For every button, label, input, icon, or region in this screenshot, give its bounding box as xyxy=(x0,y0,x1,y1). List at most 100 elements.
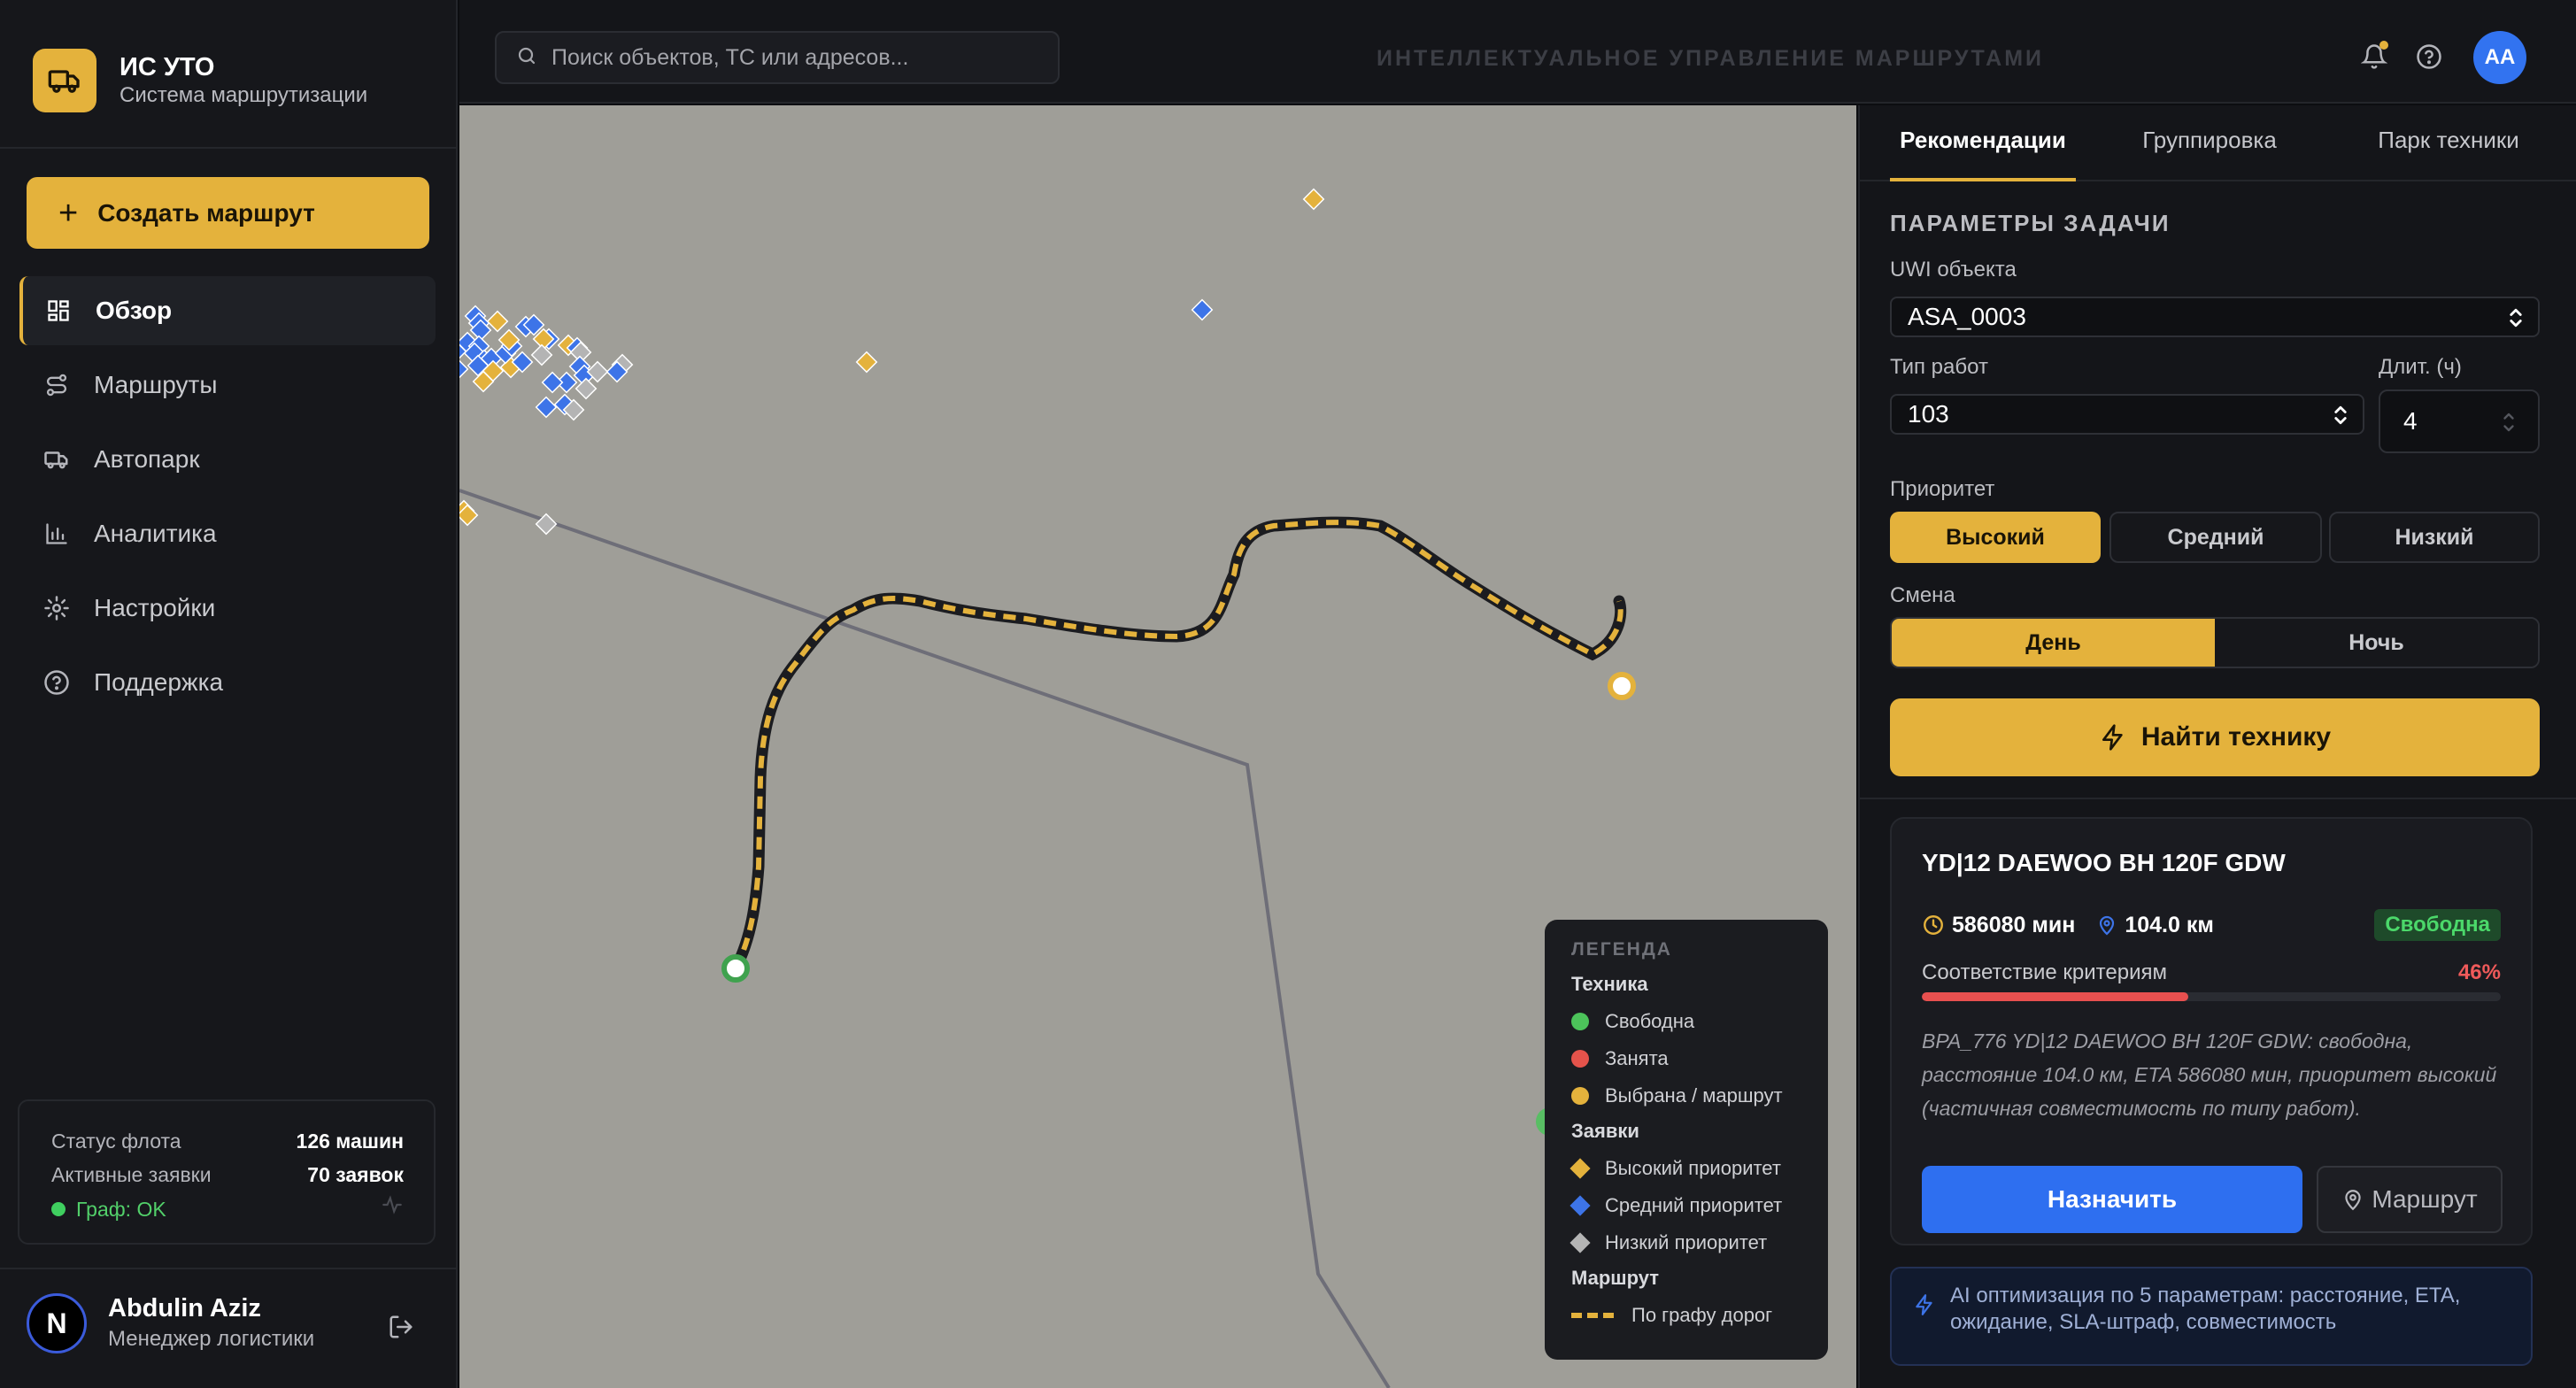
legend-route-swatch xyxy=(1571,1313,1614,1318)
page-title: ИНТЕЛЛЕКТУАЛЬНОЕ УПРАВЛЕНИЕ МАРШРУТАМИ xyxy=(1377,46,2045,71)
uwi-value: ASA_0003 xyxy=(1908,303,2026,330)
pin-icon xyxy=(2345,1190,2361,1211)
plus-icon: + xyxy=(58,194,79,232)
legend-title: ЛЕГЕНДА xyxy=(1571,939,1672,960)
activity-icon xyxy=(381,1191,404,1227)
sidebar-item-overview[interactable]: Обзор xyxy=(19,276,436,345)
legend-swatch xyxy=(1571,1050,1589,1068)
lightning-icon xyxy=(1916,1294,1932,1315)
sidebar-item-label: Маршруты xyxy=(94,371,218,398)
route-end-marker xyxy=(1608,672,1636,700)
ai-note-text: AI оптимизация по 5 параметрам: расстоян… xyxy=(1950,1284,2461,1334)
legend-label: Выбрана / маршрут xyxy=(1605,1084,1783,1107)
priority-high-button[interactable]: Высокий xyxy=(1890,512,2101,563)
route-button[interactable]: Маршрут xyxy=(2317,1166,2503,1233)
request-marker-high[interactable] xyxy=(486,310,509,333)
user-profile[interactable]: N Abdulin Aziz Менеджер логистики xyxy=(27,1292,314,1354)
vehicle-description: BPA_776 YD|12 DAEWOO BH 120F GDW: свобод… xyxy=(1922,1029,2497,1120)
user-role: Менеджер логистики xyxy=(108,1327,315,1351)
priority-low-button[interactable]: Низкий xyxy=(2329,512,2540,563)
vehicle-card[interactable]: YD|12 DAEWOO BH 120F GDW 586080 мин 104.… xyxy=(1890,817,2533,1245)
request-marker-low[interactable] xyxy=(575,377,598,400)
legend-item-selected: Выбрана / маршрут xyxy=(1571,1077,1801,1114)
fleet-status-card: Статус флота 126 машин Активные заявки 7… xyxy=(18,1099,436,1245)
find-vehicle-button[interactable]: Найти технику xyxy=(1890,698,2540,776)
legend-item-route: По графу дорог xyxy=(1571,1297,1801,1334)
stepper-icon[interactable] xyxy=(2501,409,2517,442)
shift-toggle: День Ночь xyxy=(1890,617,2540,668)
vehicle-eta: 586080 мин xyxy=(1952,912,2076,937)
uwi-select[interactable]: ASA_0003 xyxy=(1890,297,2540,337)
shift-label: Смена xyxy=(1890,583,1955,607)
create-route-button[interactable]: + Создать маршрут xyxy=(27,177,429,249)
search-box[interactable] xyxy=(495,31,1060,84)
ai-optimization-note: AI оптимизация по 5 параметрам: расстоян… xyxy=(1890,1267,2533,1366)
road-line xyxy=(459,489,1391,1388)
request-marker-high[interactable] xyxy=(855,351,878,374)
duration-input[interactable]: 4 xyxy=(2379,389,2540,453)
sidebar-item-settings[interactable]: Настройки xyxy=(19,574,436,643)
sidebar-item-analytics[interactable]: Аналитика xyxy=(19,499,436,568)
work-type-select[interactable]: 103 xyxy=(1890,394,2364,435)
user-name: Abdulin Aziz xyxy=(108,1294,261,1322)
search-input[interactable] xyxy=(551,44,1047,71)
match-value: 46% xyxy=(2457,960,2501,984)
user-avatar[interactable]: AA xyxy=(2473,31,2526,84)
sidebar-item-routes[interactable]: Маршруты xyxy=(19,351,436,420)
sidebar-item-fleet[interactable]: Автопарк xyxy=(19,425,436,494)
brand: ИС УТО Система маршрутизации xyxy=(33,49,367,112)
fleet-status-value: 126 машин xyxy=(296,1130,404,1153)
tab-recommendations[interactable]: Рекомендации xyxy=(1890,127,2076,181)
tab-fleet[interactable]: Парк техники xyxy=(2351,127,2546,181)
legend-label: Занята xyxy=(1605,1047,1669,1069)
legend-item-free: Свободна xyxy=(1571,1003,1801,1040)
search-icon xyxy=(516,45,537,71)
tab-grouping[interactable]: Группировка xyxy=(2117,127,2302,181)
match-progress-fill xyxy=(1922,992,2188,1001)
request-marker-high[interactable] xyxy=(1302,188,1325,211)
shift-night-button[interactable]: Ночь xyxy=(2215,619,2538,667)
top-bar: ИНТЕЛЛЕКТУАЛЬНОЕ УПРАВЛЕНИЕ МАРШРУТАМИ A… xyxy=(459,0,2576,104)
create-route-label: Создать маршрут xyxy=(97,198,315,227)
shift-day-button[interactable]: День xyxy=(1892,619,2215,667)
truck-icon xyxy=(42,445,71,474)
help-icon[interactable] xyxy=(2413,41,2445,73)
sidebar-item-label: Настройки xyxy=(94,594,216,621)
sidebar-item-support[interactable]: Поддержка xyxy=(19,648,436,717)
request-marker-medium[interactable] xyxy=(1191,298,1214,321)
legend-group-route: Маршрут xyxy=(1571,1267,1660,1289)
divider xyxy=(1860,798,2576,799)
status-dot-icon xyxy=(51,1202,66,1216)
request-marker-medium[interactable] xyxy=(535,396,558,419)
avatar: N xyxy=(27,1293,87,1353)
active-requests-value: 70 заявок xyxy=(307,1163,404,1186)
priority-label: Приоритет xyxy=(1890,477,1995,501)
route-shadow xyxy=(729,516,1627,975)
grid-icon xyxy=(44,297,73,325)
legend-group-requests: Заявки xyxy=(1571,1120,1639,1142)
request-marker-medium[interactable] xyxy=(541,371,564,394)
legend-swatch xyxy=(1571,1013,1589,1030)
request-marker-medium[interactable] xyxy=(459,358,469,381)
gear-icon xyxy=(42,594,71,622)
active-requests-label: Активные заявки xyxy=(51,1163,212,1186)
map-view[interactable]: ЛЕГЕНДА Техника Свободна Занята Выбрана … xyxy=(459,105,1856,1388)
priority-medium-button[interactable]: Средний xyxy=(2109,512,2322,563)
vehicle-distance: 104.0 км xyxy=(2125,912,2214,937)
duration-label: Длит. (ч) xyxy=(2379,355,2462,379)
help-icon xyxy=(42,668,71,697)
legend-label: Средний приоритет xyxy=(1605,1194,1783,1216)
bell-icon[interactable] xyxy=(2358,41,2390,73)
uwi-label: UWI объекта xyxy=(1890,258,2017,281)
work-type-value: 103 xyxy=(1908,400,1949,428)
truck-icon xyxy=(33,49,96,112)
pin-icon xyxy=(2100,915,2115,936)
legend-label: Низкий приоритет xyxy=(1605,1231,1768,1253)
vehicle-title: YD|12 DAEWOO BH 120F GDW xyxy=(1922,849,2286,876)
legend-swatch xyxy=(1570,1195,1591,1216)
route-start-marker xyxy=(721,954,750,983)
assign-button[interactable]: Назначить xyxy=(1922,1166,2302,1233)
logout-icon[interactable] xyxy=(388,1314,418,1344)
legend-label: По графу дорог xyxy=(1631,1304,1773,1326)
brand-title: ИС УТО xyxy=(120,53,215,81)
